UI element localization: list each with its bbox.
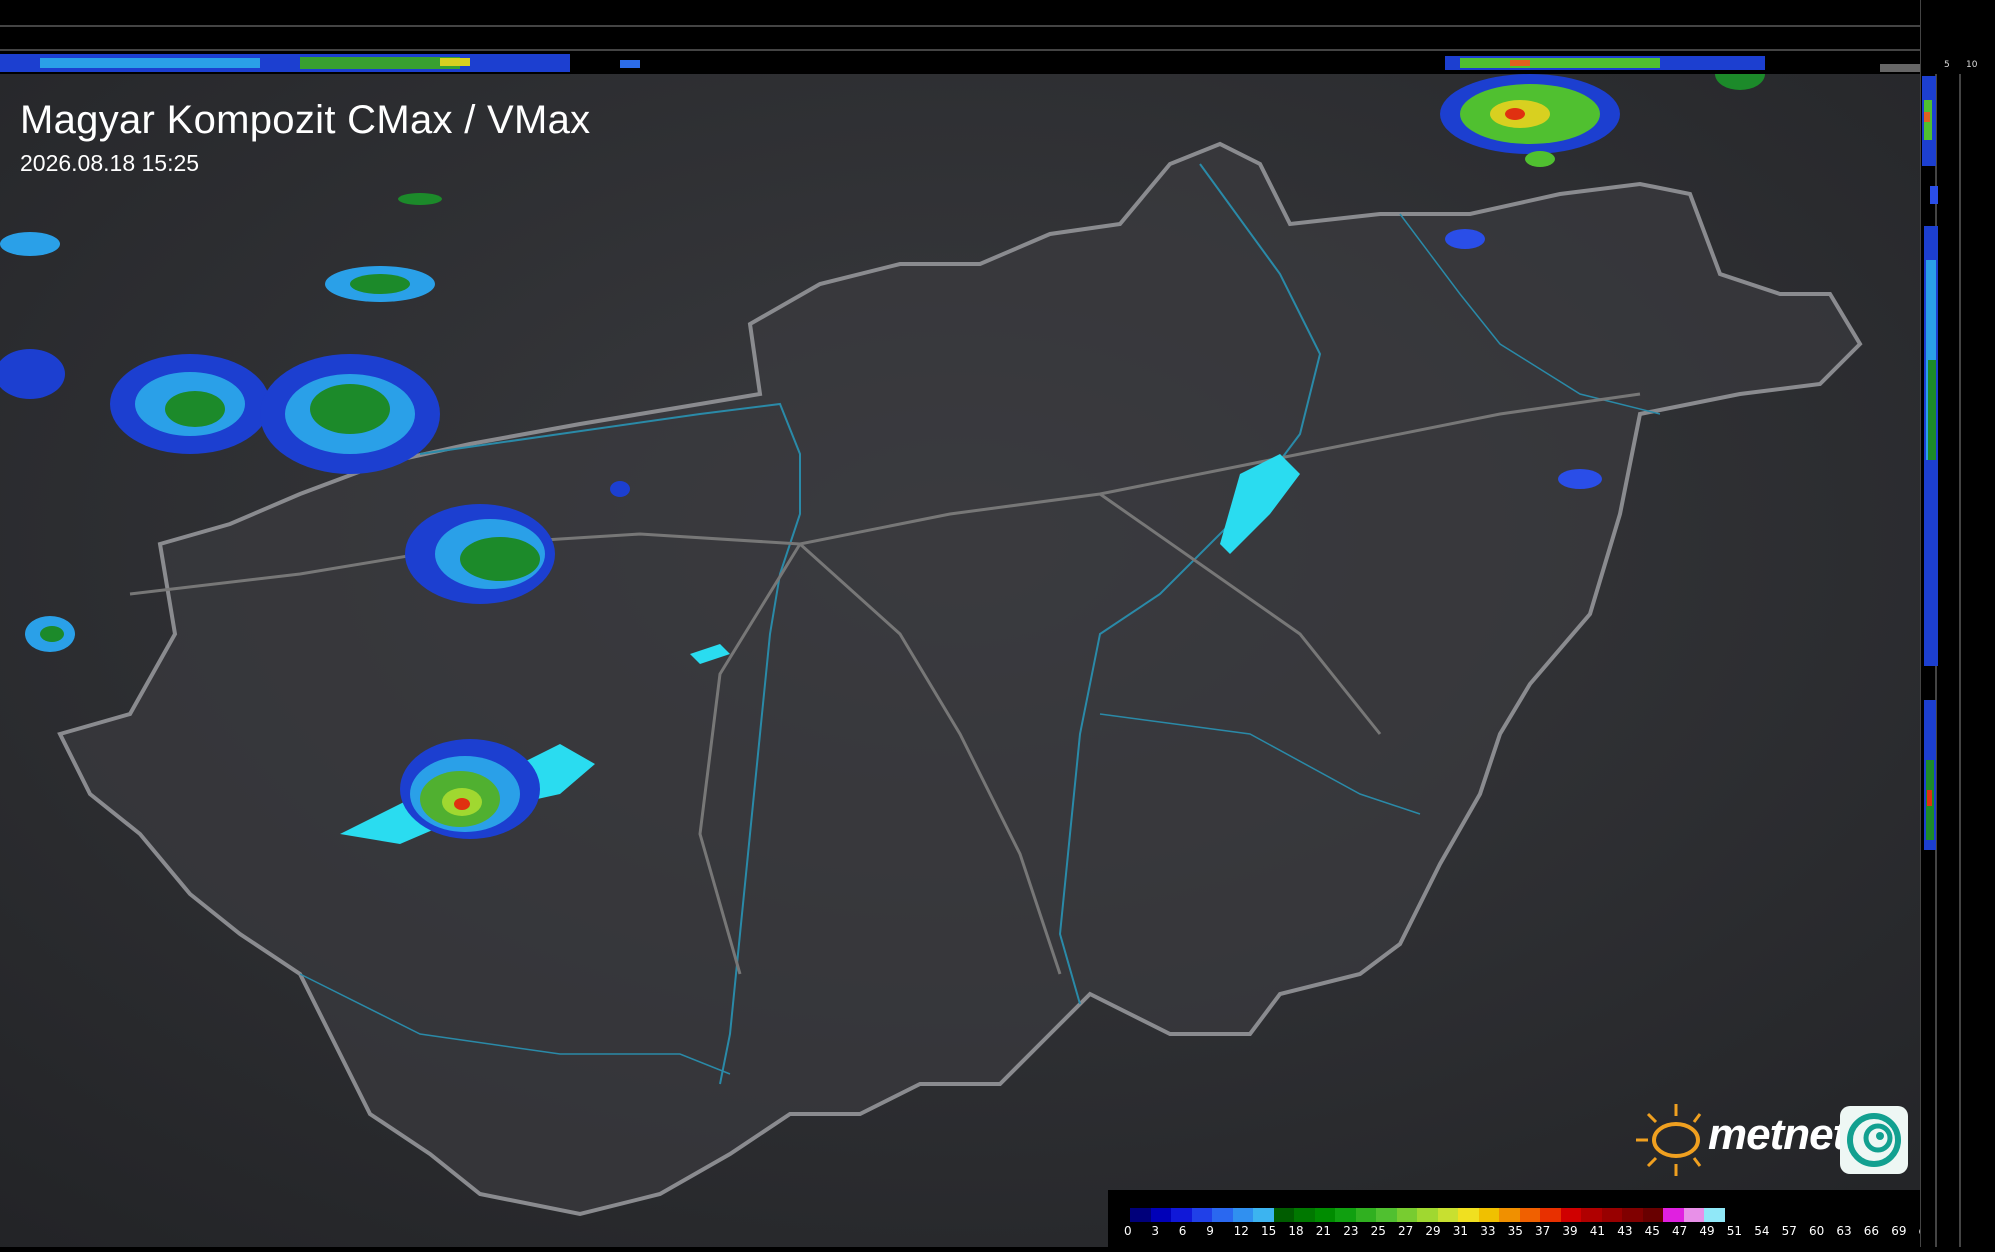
legend-swatch — [1294, 1208, 1315, 1222]
legend-value: 41 — [1589, 1224, 1606, 1238]
metnet-logo: metnet — [1632, 1100, 1912, 1180]
legend-swatch — [1581, 1208, 1602, 1222]
legend-value: 60 — [1809, 1224, 1825, 1238]
legend-value: 15 — [1261, 1224, 1277, 1238]
legend-labels: 0 3 6 9 12 15 18 21 23 25 27 29 31 33 35 37 39 41 43 45 47 49… — [1124, 1224, 1943, 1240]
legend-value: 66 — [1863, 1224, 1880, 1238]
map-timestamp: 2026.08.18 15:25 — [20, 150, 200, 176]
top-profile-graphic — [0, 25, 1920, 72]
sun-icon — [1636, 1104, 1702, 1176]
legend-swatch — [1253, 1208, 1274, 1222]
legend-swatch — [1622, 1208, 1643, 1222]
legend-color-bar — [1130, 1208, 1725, 1222]
dbz-color-legend: 0 3 6 9 12 15 18 21 23 25 27 29 31 33 35 37 39 41 43 45 47 49… — [1108, 1190, 1943, 1247]
legend-value: 29 — [1425, 1224, 1441, 1238]
legend-swatch — [1519, 1208, 1540, 1222]
legend-swatch — [1191, 1208, 1212, 1222]
legend-swatch — [1478, 1208, 1499, 1222]
side-axis-label: 5 — [1944, 60, 1950, 70]
legend-value: 27 — [1398, 1224, 1414, 1238]
legend-swatch — [1273, 1208, 1294, 1222]
legend-swatch — [1704, 1208, 1725, 1222]
legend-value: 21 — [1315, 1224, 1332, 1238]
legend-swatch — [1355, 1208, 1376, 1222]
legend-value: 63 — [1836, 1224, 1852, 1238]
legend-value: 35 — [1507, 1224, 1523, 1238]
legend-value: 25 — [1370, 1224, 1386, 1238]
legend-swatch — [1314, 1208, 1335, 1222]
swirl-logo-icon — [1840, 1106, 1908, 1174]
vertical-profile-side: 5 10 — [1919, 0, 1995, 1247]
legend-value: 49 — [1699, 1224, 1715, 1238]
legend-value: 0 — [1124, 1224, 1132, 1238]
legend-value: 31 — [1452, 1224, 1469, 1238]
legend-value: 37 — [1535, 1224, 1551, 1238]
side-profile-graphic — [1919, 0, 1961, 1247]
legend-swatch — [1150, 1208, 1171, 1222]
map-title: Magyar Kompozit CMax / VMax — [20, 98, 591, 142]
legend-value: 39 — [1562, 1224, 1578, 1238]
legend-value: 3 — [1151, 1224, 1160, 1238]
legend-swatch — [1437, 1208, 1458, 1222]
legend-value: 51 — [1726, 1224, 1743, 1238]
legend-swatch — [1171, 1208, 1192, 1222]
legend-value: 12 — [1233, 1224, 1249, 1238]
legend-swatch — [1601, 1208, 1622, 1222]
legend-value: 54 — [1754, 1224, 1770, 1238]
legend-value: 9 — [1206, 1224, 1214, 1238]
vertical-profile-top: 10 5 — [0, 0, 1937, 74]
legend-value: 57 — [1781, 1224, 1797, 1238]
brand-name: metnet — [1708, 1110, 1847, 1159]
legend-value: 6 — [1178, 1224, 1187, 1238]
legend-swatch — [1683, 1208, 1704, 1222]
legend-value: 45 — [1644, 1224, 1660, 1238]
map-graphic — [0, 74, 1920, 1247]
legend-value: 43 — [1617, 1224, 1633, 1238]
legend-swatch — [1417, 1208, 1438, 1222]
legend-value: 18 — [1288, 1224, 1304, 1238]
legend-swatch — [1396, 1208, 1417, 1222]
legend-swatch — [1663, 1208, 1684, 1222]
legend-swatch — [1458, 1208, 1479, 1222]
legend-swatch — [1335, 1208, 1356, 1222]
legend-value: 23 — [1343, 1224, 1359, 1238]
legend-swatch — [1540, 1208, 1561, 1222]
legend-swatch — [1560, 1208, 1581, 1222]
side-axis-label: 10 — [1966, 60, 1978, 70]
radar-map: Magyar Kompozit CMax / VMax 2026.08.18 1… — [0, 74, 1920, 1247]
legend-swatch — [1499, 1208, 1520, 1222]
radar-echo-balaton — [400, 739, 540, 839]
legend-value: 69 — [1891, 1224, 1907, 1238]
legend-value: 47 — [1672, 1224, 1688, 1238]
legend-value: 33 — [1480, 1224, 1496, 1238]
legend-swatch — [1130, 1208, 1151, 1222]
legend-swatch — [1376, 1208, 1397, 1222]
legend-swatch — [1212, 1208, 1233, 1222]
legend-swatch — [1642, 1208, 1663, 1222]
legend-swatch — [1232, 1208, 1253, 1222]
